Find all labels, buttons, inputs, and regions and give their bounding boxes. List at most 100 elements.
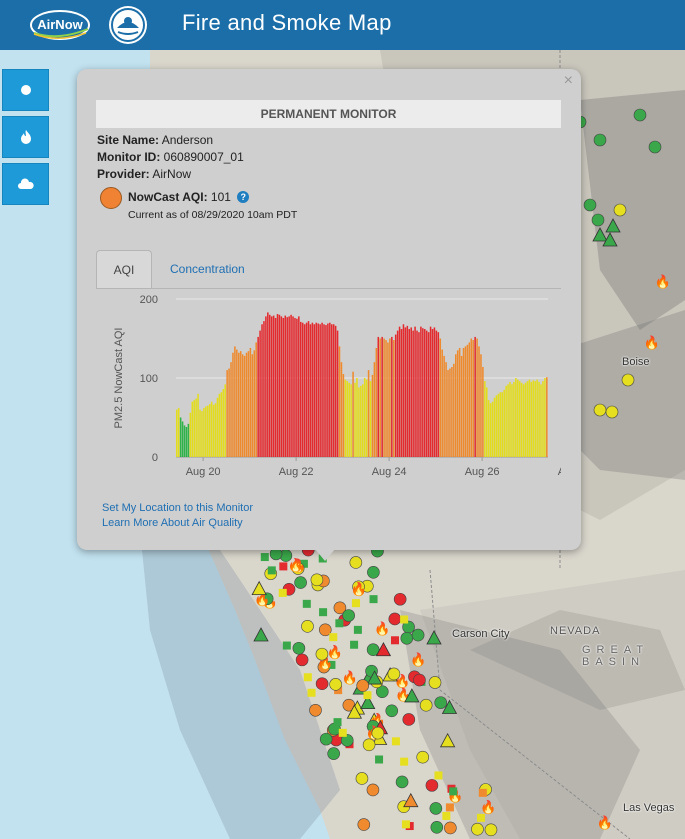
tab-concentration[interactable]: Concentration [160,250,255,288]
monitor-marker[interactable] [295,653,309,667]
monitor-marker[interactable] [395,775,409,789]
monitor-marker[interactable] [429,802,443,815]
fire-marker[interactable]: 🔥 [351,582,367,597]
provider-row: Provider: AirNow [97,167,191,181]
sensor-marker[interactable] [278,588,287,597]
monitor-marker[interactable] [419,698,433,712]
monitor-marker[interactable] [387,667,401,681]
sensor-marker[interactable] [434,771,443,780]
monitor-marker[interactable] [484,823,498,837]
monitor-marker[interactable] [593,403,607,417]
sensor-marker[interactable] [445,803,454,812]
fire-marker[interactable]: 🔥 [597,815,613,830]
sensor-marker[interactable] [391,737,400,746]
sensor-marker[interactable] [282,641,291,650]
sensor-marker[interactable] [267,566,276,575]
fires-toggle-button[interactable] [2,116,49,158]
sensor-marker[interactable] [338,728,347,737]
popup-close-button[interactable]: × [564,72,573,90]
monitor-marker[interactable] [366,783,380,797]
monitor-marker[interactable] [315,677,329,691]
sensor-marker[interactable] [400,615,409,624]
sensor-marker[interactable] [353,625,362,634]
monitor-marker[interactable] [593,133,607,147]
fire-marker[interactable]: 🔥 [374,621,390,636]
monitor-marker[interactable] [355,772,369,785]
sensor-marker[interactable] [329,633,338,642]
monitor-marker[interactable] [367,565,380,579]
monitor-marker[interactable] [471,822,484,836]
fire-marker[interactable]: 🔥 [342,670,358,685]
sensor-marker[interactable] [476,813,485,822]
monitor-marker[interactable] [356,679,370,692]
monitor-marker[interactable] [315,647,329,661]
monitor-marker[interactable] [385,704,399,718]
fire-marker[interactable]: 🔥 [410,652,426,667]
monitor-marker[interactable] [342,609,355,622]
learn-more-link[interactable]: Learn More About Air Quality [102,517,243,529]
set-location-link[interactable]: Set My Location to this Monitor [102,502,253,514]
monitors-toggle-button[interactable] [2,69,49,111]
sensor-marker[interactable] [401,820,410,829]
monitor-marker[interactable] [434,696,448,709]
monitor-marker[interactable] [329,678,342,691]
monitor-marker[interactable] [292,641,306,655]
sensor-marker[interactable] [302,599,311,608]
monitor-marker[interactable] [428,676,442,689]
monitor-marker[interactable] [583,198,597,212]
monitor-marker[interactable] [301,620,314,633]
monitor-marker[interactable] [393,592,407,606]
aqi-bar [474,336,476,457]
monitor-marker[interactable] [605,405,619,419]
aqi-bar [288,316,290,457]
monitor-marker[interactable] [327,747,340,760]
monitor-marker[interactable] [362,738,376,752]
monitor-marker[interactable] [371,726,385,740]
sensor-marker[interactable] [335,619,344,628]
sensor-marker[interactable] [363,691,372,700]
sensor-marker[interactable] [333,718,342,727]
monitor-marker[interactable] [413,673,426,687]
sensor-marker[interactable] [351,599,360,608]
monitor-marker[interactable] [388,612,402,626]
monitor-marker[interactable] [357,818,371,831]
monitor-marker[interactable] [400,631,414,645]
monitor-marker[interactable] [425,779,439,792]
airnow-logo[interactable]: AirNow [28,7,92,43]
sensor-marker[interactable] [303,673,312,682]
sensor-marker[interactable] [478,788,487,797]
monitor-marker[interactable] [309,703,322,717]
monitor-marker[interactable] [591,213,605,227]
sensor-marker[interactable] [369,595,378,604]
monitor-marker[interactable] [648,140,662,154]
monitor-marker[interactable] [633,108,647,122]
monitor-marker[interactable] [621,373,635,387]
monitor-marker[interactable] [416,750,430,764]
sensor-marker[interactable] [279,562,288,571]
monitor-marker[interactable] [319,732,333,746]
monitor-marker[interactable] [402,713,416,726]
smoke-toggle-button[interactable] [2,163,49,205]
monitor-marker[interactable] [411,628,425,642]
monitor-marker[interactable] [613,203,627,217]
monitor-marker[interactable] [310,573,324,587]
fire-marker[interactable]: 🔥 [655,274,671,289]
monitor-marker[interactable] [349,556,363,569]
monitor-marker[interactable] [430,820,444,834]
sensor-marker[interactable] [350,640,359,649]
aqi-bar [294,317,296,457]
sensor-marker[interactable] [400,757,409,766]
tab-aqi[interactable]: AQI [96,250,152,288]
help-icon[interactable]: ? [237,191,250,203]
sensor-marker[interactable] [260,553,269,562]
monitor-marker[interactable] [294,576,307,589]
sensor-marker[interactable] [390,636,399,645]
monitor-marker[interactable] [444,821,457,835]
sensor-marker[interactable] [307,688,316,697]
sensor-marker[interactable] [319,608,328,617]
sensor-marker[interactable] [449,787,458,796]
fire-marker[interactable]: 🔥 [480,799,496,814]
sensor-marker[interactable] [375,755,384,764]
sensor-marker[interactable] [442,811,451,820]
fire-marker[interactable]: 🔥 [644,335,660,350]
